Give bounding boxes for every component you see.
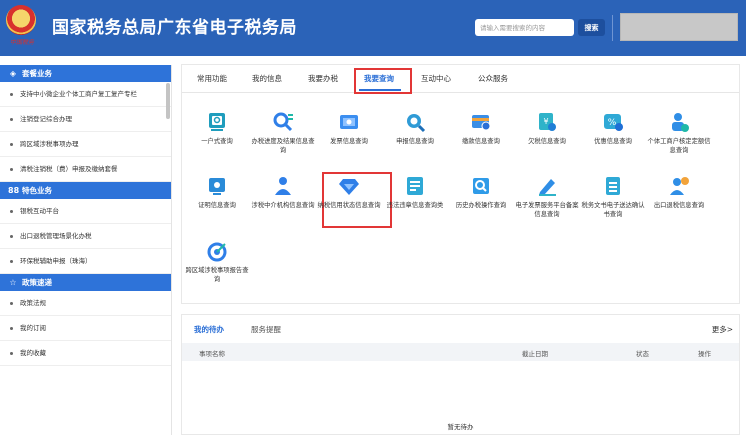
service-declaration-query[interactable]: 申报信息查询 bbox=[382, 111, 448, 146]
service-discount-query[interactable]: % 优惠信息查询 bbox=[580, 111, 646, 146]
service-document-delivery-query[interactable]: 税务文书电子送达确认书查询 bbox=[580, 175, 646, 219]
sidebar-item[interactable]: 我的订阅 bbox=[0, 316, 171, 341]
target-icon bbox=[207, 242, 227, 262]
column-action: 操作 bbox=[698, 350, 711, 358]
individual-business-icon bbox=[672, 113, 689, 132]
svg-text:¥: ¥ bbox=[543, 117, 548, 126]
header-divider bbox=[612, 15, 613, 41]
highlight-box-tab bbox=[354, 68, 412, 94]
service-arrears-query[interactable]: ¥ 欠税信息查询 bbox=[514, 111, 580, 146]
sidebar-item[interactable]: 我的收藏 bbox=[0, 341, 171, 366]
bullet-icon bbox=[10, 326, 13, 330]
invoice-icon bbox=[340, 115, 358, 129]
export-refund-icon bbox=[670, 177, 689, 195]
grid-icon: 88 bbox=[8, 186, 20, 195]
e-invoice-icon bbox=[539, 179, 556, 196]
tab-my-info[interactable]: 我的信息 bbox=[252, 73, 282, 84]
star-icon: ☆ bbox=[9, 278, 17, 287]
tab-common[interactable]: 常用功能 bbox=[197, 73, 227, 84]
layers-icon: ◈ bbox=[9, 69, 17, 78]
sidebar: ◈ 套餐业务 支持中小微企业个体工商户复工复产专栏 注销登记综合办理 跨区域涉税事… bbox=[0, 65, 172, 435]
bullet-icon bbox=[10, 259, 13, 263]
service-credit-status-query[interactable]: 纳税信用状态信息查询 bbox=[316, 175, 382, 210]
column-item-name: 事项名称 bbox=[199, 350, 225, 358]
sidebar-section-header[interactable]: ◈ 套餐业务 bbox=[0, 65, 171, 82]
search-button[interactable]: 搜索 bbox=[578, 19, 605, 36]
emblem-text: 中国税务 bbox=[9, 39, 34, 46]
agency-icon bbox=[275, 177, 291, 195]
service-payment-query[interactable]: 缴款信息查询 bbox=[448, 111, 514, 146]
sidebar-item[interactable]: 支持中小微企业个体工商户复工复产专栏 bbox=[0, 82, 171, 107]
history-search-icon bbox=[473, 178, 489, 194]
declaration-search-icon bbox=[407, 114, 426, 133]
sidebar-section-header[interactable]: ☆ 政策速递 bbox=[0, 274, 171, 291]
tab-service-reminder[interactable]: 服务提醒 bbox=[251, 324, 281, 335]
column-deadline: 截止日期 bbox=[522, 350, 548, 358]
more-link[interactable]: 更多> bbox=[712, 324, 733, 335]
service-household-query[interactable]: 一户式查询 bbox=[184, 111, 250, 146]
certificate-icon bbox=[209, 178, 225, 195]
tab-my-todo[interactable]: 我的待办 bbox=[194, 324, 224, 335]
sidebar-item[interactable]: 政策法规 bbox=[0, 291, 171, 316]
sidebar-section-title: 特色业务 bbox=[22, 186, 52, 195]
tab-handle-tax[interactable]: 我要办税 bbox=[308, 73, 338, 84]
payment-icon bbox=[472, 115, 491, 131]
service-invoice-query[interactable]: 发票信息查询 bbox=[316, 111, 382, 146]
tab-bar: 常用功能 我的信息 我要办税 我要查询 互动中心 公众服务 bbox=[182, 65, 739, 93]
service-violation-query[interactable]: 违法违章信息查询类 bbox=[382, 175, 448, 210]
document-icon bbox=[606, 177, 620, 195]
bullet-icon bbox=[10, 301, 13, 305]
bullet-icon bbox=[10, 117, 13, 121]
bullet-icon bbox=[10, 209, 13, 213]
sidebar-item[interactable]: 清税注销税（费）申报及缴纳套餐 bbox=[0, 157, 171, 182]
site-title: 国家税务总局广东省电子税务局 bbox=[52, 18, 297, 38]
tax-emblem-icon bbox=[6, 5, 36, 35]
service-cross-region-query[interactable]: 跨区域涉税事项报告查询 bbox=[184, 240, 250, 284]
progress-search-icon bbox=[273, 112, 293, 132]
service-certificate-query[interactable]: 证明信息查询 bbox=[184, 175, 250, 210]
sidebar-item[interactable]: 跨区域涉税事项办理 bbox=[0, 132, 171, 157]
monitor-search-icon bbox=[209, 113, 225, 131]
bullet-icon bbox=[10, 167, 13, 171]
tax-arrears-icon: ¥ bbox=[539, 113, 556, 131]
tab-public-service[interactable]: 公众服务 bbox=[478, 73, 508, 84]
sidebar-item[interactable]: 注销登记综合办理 bbox=[0, 107, 171, 132]
bullet-icon bbox=[10, 351, 13, 355]
todo-table-header: 事项名称 截止日期 状态 操作 bbox=[182, 343, 739, 361]
empty-todo-message: 暂无待办 bbox=[447, 423, 474, 431]
user-info-redacted[interactable] bbox=[620, 13, 738, 41]
sidebar-item[interactable]: 环保税辅助申报（珠海） bbox=[0, 249, 171, 274]
service-e-invoice-query[interactable]: 电子发票服务平台备案信息查询 bbox=[514, 175, 580, 219]
bullet-icon bbox=[10, 92, 13, 96]
todo-panel: 我的待办 服务提醒 更多> 事项名称 截止日期 状态 操作 暂无待办 bbox=[181, 314, 740, 435]
bullet-icon bbox=[10, 234, 13, 238]
service-export-refund-query[interactable]: 出口退税信息查询 bbox=[646, 175, 712, 210]
service-agency-query[interactable]: 涉税中介机构信息查询 bbox=[250, 175, 316, 210]
sidebar-section-header[interactable]: 88 特色业务 bbox=[0, 182, 171, 199]
tab-interaction[interactable]: 互动中心 bbox=[421, 73, 451, 84]
sidebar-section-title: 政策速递 bbox=[22, 278, 52, 287]
violation-icon bbox=[407, 177, 423, 195]
bullet-icon bbox=[10, 142, 13, 146]
sidebar-item[interactable]: 出口退税管理场景化办税 bbox=[0, 224, 171, 249]
query-panel: 常用功能 我的信息 我要办税 我要查询 互动中心 公众服务 一户式查询 办税进度… bbox=[181, 64, 740, 304]
sidebar-scrollbar[interactable] bbox=[166, 83, 170, 119]
sidebar-section-title: 套餐业务 bbox=[22, 69, 52, 78]
discount-icon: % bbox=[604, 114, 623, 131]
search-input[interactable] bbox=[475, 19, 574, 36]
credit-diamond-icon bbox=[339, 179, 359, 195]
column-status: 状态 bbox=[636, 350, 649, 358]
service-history-query[interactable]: 历史办税操作查询 bbox=[448, 175, 514, 210]
service-individual-business-query[interactable]: 个体工商户核定定额信息查询 bbox=[646, 111, 712, 155]
service-progress-query[interactable]: 办税进度及结果信息查询 bbox=[250, 111, 316, 155]
site-header: 中国税务 国家税务总局广东省电子税务局 搜索 bbox=[0, 0, 746, 56]
sidebar-item[interactable]: 银税互动平台 bbox=[0, 199, 171, 224]
